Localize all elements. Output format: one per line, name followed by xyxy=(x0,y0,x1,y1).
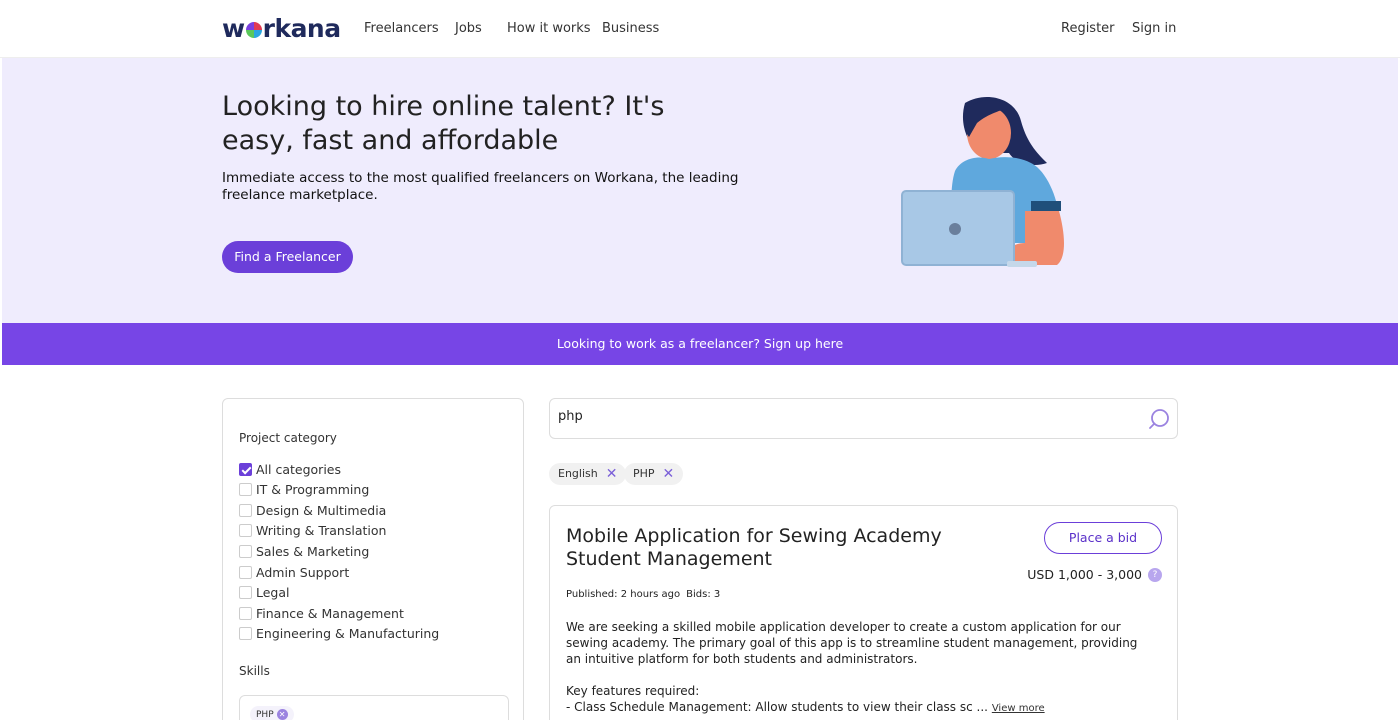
hero-section: Looking to hire online talent? It's easy… xyxy=(2,58,1398,323)
category-option[interactable]: Engineering & Manufacturing xyxy=(239,626,439,642)
place-bid-button[interactable]: Place a bid xyxy=(1044,522,1162,554)
remove-filter-icon[interactable]: ✕ xyxy=(663,463,675,485)
category-checkbox[interactable] xyxy=(239,483,252,497)
hero-title: Looking to hire online talent? It's easy… xyxy=(222,91,665,156)
category-option[interactable]: Admin Support xyxy=(239,564,349,580)
search-input[interactable] xyxy=(558,409,1118,424)
category-label: Sales & Marketing xyxy=(256,543,370,559)
filter-chip-label: PHP xyxy=(633,467,655,480)
freelancer-signup-banner[interactable]: Looking to work as a freelancer? Sign up… xyxy=(2,323,1398,365)
filter-chip-english[interactable]: English ✕ xyxy=(549,463,627,485)
project-card: Mobile Application for Sewing Academy St… xyxy=(549,505,1178,720)
nav-how-it-works[interactable]: How it works xyxy=(507,21,591,36)
category-option[interactable]: Finance & Management xyxy=(239,605,404,621)
filter-chip-label: English xyxy=(558,467,598,480)
category-checkbox[interactable] xyxy=(239,627,252,641)
category-label: Design & Multimedia xyxy=(256,502,387,518)
site-header: w rkana Freelancers Jobs How it works Bus… xyxy=(0,0,1400,58)
view-more-link[interactable]: View more xyxy=(992,703,1045,714)
category-label: IT & Programming xyxy=(256,482,370,498)
category-checkbox[interactable] xyxy=(239,606,252,620)
skills-input[interactable]: PHP ✕ xyxy=(239,695,509,720)
find-freelancer-button[interactable]: Find a Freelancer xyxy=(222,241,353,273)
bids-count: Bids: 3 xyxy=(686,589,721,600)
woman-with-laptop-illustration xyxy=(901,97,1064,267)
nav-freelancers[interactable]: Freelancers xyxy=(364,21,439,36)
category-checkbox[interactable] xyxy=(239,462,252,476)
published-time: Published: 2 hours ago xyxy=(566,589,681,600)
category-checkbox[interactable] xyxy=(239,565,252,579)
nav-jobs[interactable]: Jobs xyxy=(455,21,482,36)
skill-chip-label: PHP xyxy=(256,709,274,720)
category-label: Finance & Management xyxy=(256,605,404,621)
search-icon[interactable] xyxy=(1148,408,1170,430)
remove-filter-icon[interactable]: ✕ xyxy=(606,463,618,485)
skill-chip-php[interactable]: PHP ✕ xyxy=(250,706,294,720)
category-option[interactable]: Sales & Marketing xyxy=(239,543,369,559)
category-label: Admin Support xyxy=(256,564,350,580)
filters-sidebar: Project category All categories IT & Prog… xyxy=(222,398,524,720)
description-excerpt-text: - Class Schedule Management: Allow stude… xyxy=(566,700,988,714)
remove-skill-icon[interactable]: ✕ xyxy=(276,709,288,720)
skills-heading: Skills xyxy=(239,664,270,678)
category-option[interactable]: All categories xyxy=(239,461,341,477)
category-label: Engineering & Manufacturing xyxy=(256,626,440,642)
description-paragraph: We are seeking a skilled mobile applicat… xyxy=(566,620,1138,666)
help-icon[interactable]: ? xyxy=(1148,568,1162,582)
hero-subtitle: Immediate access to the most qualified f… xyxy=(222,170,739,203)
project-meta: Published: 2 hours ago Bids: 3 xyxy=(566,589,726,600)
project-budget: USD 1,000 - 3,000 xyxy=(1027,567,1142,582)
category-label: Legal xyxy=(256,585,290,601)
category-checkbox[interactable] xyxy=(239,524,252,538)
filter-chip-php[interactable]: PHP ✕ xyxy=(624,463,684,485)
category-checkbox[interactable] xyxy=(239,544,252,558)
category-label: Writing & Translation xyxy=(256,523,387,539)
category-checkbox[interactable] xyxy=(239,586,252,600)
project-title[interactable]: Mobile Application for Sewing Academy St… xyxy=(566,525,986,571)
project-category-heading: Project category xyxy=(239,431,337,445)
category-option[interactable]: Writing & Translation xyxy=(239,523,386,539)
nav-business[interactable]: Business xyxy=(602,21,659,36)
description-features-heading: Key features required: xyxy=(566,684,700,698)
category-option[interactable]: Design & Multimedia xyxy=(239,502,386,518)
register-link[interactable]: Register xyxy=(1061,21,1115,36)
category-checkbox[interactable] xyxy=(239,503,252,517)
category-option[interactable]: Legal xyxy=(239,585,290,601)
sign-in-link[interactable]: Sign in xyxy=(1132,21,1176,36)
category-option[interactable]: IT & Programming xyxy=(239,482,369,498)
workana-logo[interactable]: w rkana xyxy=(222,14,341,43)
description-excerpt: - Class Schedule Management: Allow stude… xyxy=(566,699,1156,717)
category-label: All categories xyxy=(256,461,341,477)
logo-globe-icon xyxy=(245,22,262,38)
project-description: We are seeking a skilled mobile applicat… xyxy=(566,619,1156,717)
project-search-bar xyxy=(549,398,1178,439)
